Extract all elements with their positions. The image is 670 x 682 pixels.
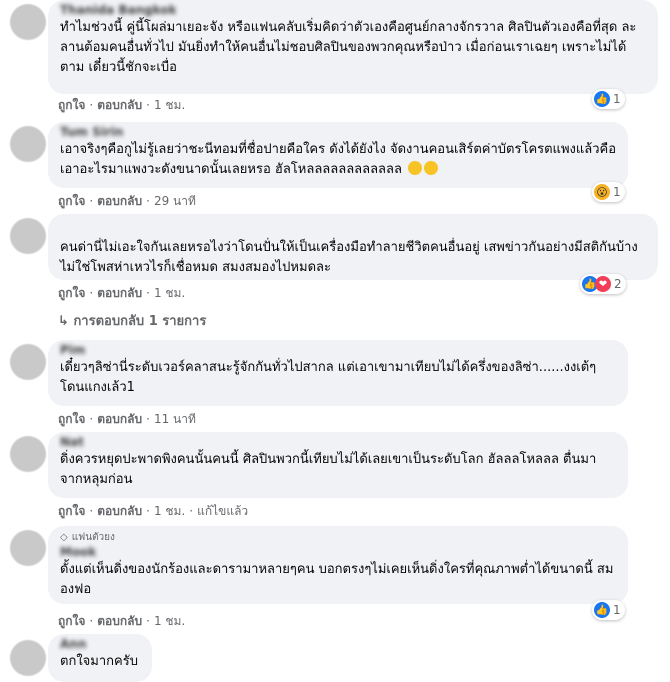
comment-text: คนด่านี่ไม่เอะใจกันเลยหรอไงว่าโดนปั่นให้… (60, 240, 638, 275)
love-icon: ❤ (595, 276, 611, 292)
comment-bubble: Thanida Bangkok ทำไมช่วงนี้ คู่นี้โผล่มา… (48, 0, 658, 94)
neutral-face-emoji-icon (424, 161, 439, 175)
comment-text: ตกใจมากครับ (60, 654, 138, 669)
like-button[interactable]: ถูกใจ (58, 614, 85, 628)
reply-button[interactable]: ตอบกลับ (97, 194, 142, 208)
top-fan-badge[interactable]: ◇ แฟนตัวยง (60, 530, 616, 544)
like-button[interactable]: ถูกใจ (58, 98, 85, 112)
view-replies-label[interactable]: การตอบกลับ 1 รายการ (73, 314, 206, 329)
reaction-summary[interactable]: 👍 1 (592, 600, 625, 620)
comment-author[interactable]: Nat (60, 434, 616, 450)
comment-time[interactable]: 29 นาที (154, 194, 196, 208)
avatar[interactable] (10, 126, 46, 162)
comment-text-body: เอาจริงๆคือกูไม่รู้เลยว่าชะนีทอมที่ชื่อป… (60, 142, 617, 177)
avatar[interactable] (10, 530, 46, 566)
comment-text: ดั้งแต่เห็นดิ่งของนักร้องและดารามาหลายๆค… (60, 562, 614, 597)
reaction-summary[interactable]: 😮 1 (592, 182, 625, 202)
comment-author[interactable]: Mook (60, 544, 616, 560)
comment-time[interactable]: 1 ชม. (154, 614, 185, 628)
reply-button[interactable]: ตอบกลับ (97, 286, 142, 300)
comment-actions: ถูกใจ · ตอบกลับ · 11 นาที (58, 412, 196, 426)
comment-actions: ถูกใจ · ตอบกลับ · 1 ชม. (58, 98, 186, 112)
like-button[interactable]: ถูกใจ (58, 412, 85, 426)
comment-bubble: Pim เดี๋ยวๆลิซ่านี่ระดับเวอร์คลาสนะรู้จั… (48, 340, 628, 406)
reply-button[interactable]: ตอบกลับ (97, 412, 142, 426)
reaction-count: 2 (614, 277, 622, 291)
comment-author[interactable]: Ann (60, 636, 140, 652)
reply-arrow-icon: ↳ (58, 314, 69, 329)
top-fan-label: แฟนตัวยง (71, 531, 115, 543)
reaction-summary[interactable]: 👍 1 (592, 89, 625, 109)
reaction-count: 1 (613, 185, 621, 199)
avatar[interactable] (10, 436, 46, 472)
comment-bubble: Tum Sirin เอาจริงๆคือกูไม่รู้เลยว่าชะนีท… (48, 122, 628, 188)
avatar[interactable] (10, 640, 46, 676)
comment-time[interactable]: 1 ชม. (154, 98, 185, 112)
like-button[interactable]: ถูกใจ (58, 194, 85, 208)
like-button[interactable]: ถูกใจ (58, 504, 85, 518)
comment-actions: ถูกใจ · ตอบกลับ · 1 ชม. (58, 286, 186, 300)
comment-bubble: Nat ดิ่งควรหยุดปะพาดพิงคนนั้นคนนี้ ศิลปิ… (48, 432, 628, 498)
avatar[interactable] (10, 218, 46, 254)
comment-author[interactable]: Tum Sirin (60, 124, 616, 140)
reply-button[interactable]: ตอบกลับ (97, 614, 142, 628)
comment-author[interactable]: Pim (60, 342, 616, 358)
edited-label: แก้ไขแล้ว (197, 504, 249, 518)
reply-button[interactable]: ตอบกลับ (97, 504, 142, 518)
reaction-summary[interactable]: 👍 ❤ 2 (580, 274, 626, 294)
like-icon: 👍 (594, 91, 610, 107)
wow-icon: 😮 (594, 184, 610, 200)
neutral-face-emoji-icon (408, 161, 423, 175)
comment-bubble: Ann ตกใจมากครับ (48, 634, 152, 682)
comment-text: เอาจริงๆคือกูไม่รู้เลยว่าชะนีทอมที่ชื่อป… (60, 140, 616, 180)
comment-actions: ถูกใจ · ตอบกลับ · 29 นาที (58, 194, 196, 208)
diamond-icon: ◇ (60, 531, 68, 543)
comment-time[interactable]: 1 ชม. (154, 504, 185, 518)
comment-actions: ถูกใจ · ตอบกลับ · 1 ชม. · แก้ไขแล้ว (58, 504, 249, 518)
reaction-count: 1 (613, 603, 621, 617)
comment-text: ดิ่งควรหยุดปะพาดพิงคนนั้นคนนี้ ศิลปินพวก… (60, 452, 597, 487)
avatar[interactable] (10, 344, 46, 380)
avatar[interactable] (10, 4, 46, 40)
comment-bubble: ◇ แฟนตัวยง Mook ดั้งแต่เห็นดิ่งของนักร้อ… (48, 526, 628, 604)
reaction-count: 1 (613, 92, 621, 106)
view-replies-link[interactable]: ↳ การตอบกลับ 1 รายการ (58, 310, 206, 331)
comment-text: ทำไมช่วงนี้ คู่นี้โผล่มาเยอะจัง หรือแฟนค… (60, 20, 637, 75)
like-button[interactable]: ถูกใจ (58, 286, 85, 300)
comment-text: เดี๋ยวๆลิซ่านี่ระดับเวอร์คลาสนะรู้จักกัน… (60, 360, 597, 395)
like-icon: 👍 (594, 602, 610, 618)
comment-author[interactable]: Thanida Bangkok (60, 2, 646, 18)
comment-bubble: คนด่านี่ไม่เอะใจกันเลยหรอไงว่าโดนปั่นให้… (48, 214, 658, 280)
comment-time[interactable]: 1 ชม. (154, 286, 185, 300)
reply-button[interactable]: ตอบกลับ (97, 98, 142, 112)
comment-time[interactable]: 11 นาที (154, 412, 196, 426)
comment-actions: ถูกใจ · ตอบกลับ · 1 ชม. (58, 614, 186, 628)
